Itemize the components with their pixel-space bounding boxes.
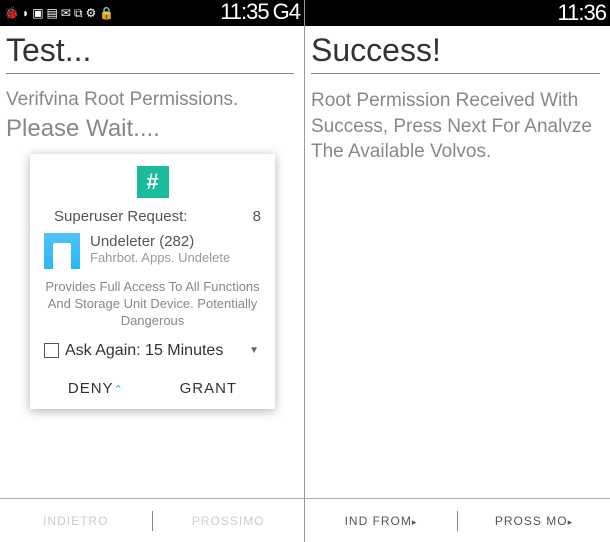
dialog-actions: DENY⌃ GRANT (40, 370, 265, 401)
page-title: Success! (311, 32, 600, 69)
success-text: Root Permission Received With Success, P… (311, 88, 600, 165)
footer-bar: INDIETRO PROSSIMO (0, 498, 304, 542)
ask-again-checkbox[interactable] (44, 343, 59, 358)
footer-bar: IND FROM▸ PROSS MO▸ (305, 498, 610, 542)
right-content: Success! Root Permission Received With S… (305, 26, 610, 498)
app-icon (44, 233, 80, 269)
next-button[interactable]: PROSSIMO (153, 499, 305, 542)
status-bar: 11:36 (305, 0, 610, 26)
page-title: Test... (6, 32, 294, 69)
ask-again-row[interactable]: Ask Again: 15 Minutes ▼ (40, 338, 265, 370)
chat-icon: ▤ (47, 6, 58, 20)
back-button[interactable]: IND FROM▸ (305, 499, 457, 542)
hangouts-icon: ▣ (32, 6, 43, 20)
back-button[interactable]: INDIETRO (0, 499, 152, 542)
mail-icon: ✉ (61, 6, 71, 20)
chevron-down-icon[interactable]: ▼ (249, 345, 259, 356)
split-container: 🐞 ◗ ▣ ▤ ✉ ⧉ ⚙ 🔒 ⊖ ▾ 3G ◢ ▮ 11:35G4 Test.… (0, 0, 610, 542)
app-publisher: Fahrbot. Apps. Undelete (90, 250, 261, 265)
app-row: Undeleter (282) Fahrbot. Apps. Undelete (40, 233, 265, 277)
lock-icon: 🔒 (99, 6, 114, 20)
su-request-row: Superuser Request: 8 (40, 208, 265, 233)
status-clock: 11:36 (558, 0, 606, 26)
app-name: Undeleter (282) (90, 233, 261, 250)
grant-button[interactable]: GRANT (172, 376, 246, 401)
wait-text: Please Wait.... (6, 115, 294, 143)
status-icons-left: 🐞 ◗ ▣ ▤ ✉ ⧉ ⚙ 🔒 (4, 6, 114, 21)
left-pane: 🐞 ◗ ▣ ▤ ✉ ⧉ ⚙ 🔒 ⊖ ▾ 3G ◢ ▮ 11:35G4 Test.… (0, 0, 305, 542)
dialog-icon-row: # (40, 166, 265, 198)
android-icon: 🐞 (4, 6, 19, 20)
dropbox-icon: ⧉ (74, 6, 83, 21)
trash-icon (53, 243, 71, 269)
status-clock: 11:35G4 (214, 0, 300, 25)
superuser-dialog: # Superuser Request: 8 Undeleter (282) F… (30, 154, 275, 409)
title-rule (311, 73, 600, 74)
su-label: Superuser Request: (54, 208, 187, 225)
hash-icon: # (137, 166, 169, 198)
settings-icon: ⚙ (86, 6, 97, 20)
deny-button[interactable]: DENY⌃ (60, 376, 132, 401)
app-info: Undeleter (282) Fahrbot. Apps. Undelete (90, 233, 261, 269)
caret-icon: ⌃ (114, 384, 124, 396)
telegram-icon: ◗ (22, 6, 29, 20)
next-button[interactable]: PROSS MO▸ (458, 499, 610, 542)
su-countdown: 8 (253, 208, 261, 225)
permission-description: Provides Full Access To All Functions An… (40, 277, 265, 338)
right-pane: 11:36 Success! Root Permission Received … (305, 0, 610, 542)
status-text: Verifvina Root Permissions. (6, 88, 294, 113)
title-rule (6, 73, 294, 74)
ask-again-label: Ask Again: 15 Minutes (65, 342, 223, 360)
